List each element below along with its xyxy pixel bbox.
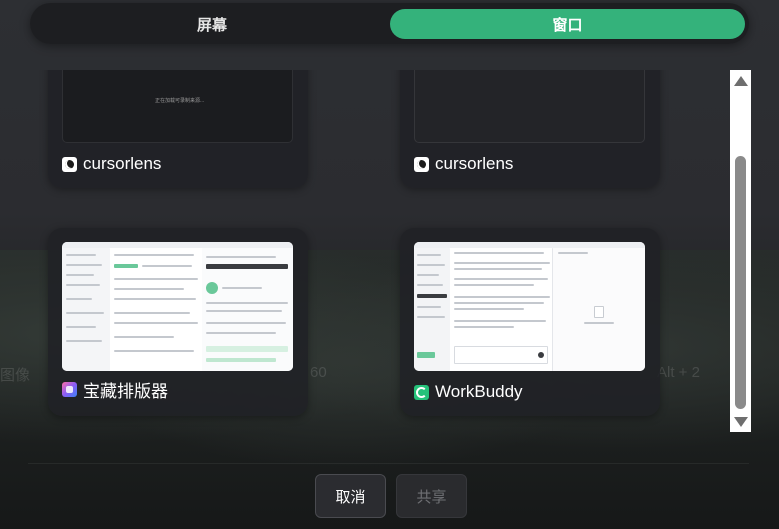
- window-card-label: cursorlens: [414, 154, 513, 174]
- footer-divider: [28, 463, 749, 464]
- preview-line: [584, 322, 614, 324]
- preview-line: [114, 350, 194, 352]
- preview-chip: [114, 264, 138, 268]
- preview-line: [66, 340, 102, 342]
- preview-file-icon: [594, 306, 604, 318]
- scroll-up-arrow-icon[interactable]: [734, 76, 748, 86]
- preview-line: [222, 287, 262, 289]
- preview-input-box: [454, 346, 548, 364]
- preview-line: [558, 252, 588, 254]
- preview-line: [206, 302, 288, 304]
- preview-line: [454, 278, 548, 280]
- window-title: cursorlens: [435, 154, 514, 173]
- preview-green-badge: [206, 282, 218, 294]
- preview-line: [454, 326, 514, 328]
- preview-line: [66, 312, 104, 314]
- preview-line: [142, 265, 192, 267]
- window-preview: [414, 70, 645, 143]
- cursorlens-app-icon: [62, 156, 77, 172]
- preview-line: [206, 322, 286, 324]
- preview-green-chip: [417, 352, 435, 358]
- preview-line: [417, 284, 443, 286]
- preview-line: [454, 296, 550, 298]
- scroll-down-arrow-icon[interactable]: [734, 417, 748, 427]
- preview-line: [66, 284, 100, 286]
- window-card-workbuddy[interactable]: WorkBuddy: [400, 228, 660, 416]
- workbuddy-app-icon: [414, 384, 429, 400]
- window-card-label: WorkBuddy: [414, 382, 523, 402]
- preview-line: [66, 264, 102, 266]
- preview-line: [114, 336, 174, 338]
- preview-highlight: [206, 346, 288, 352]
- preview-line: [114, 288, 184, 290]
- window-card-label: 宝藏排版器: [62, 377, 168, 402]
- preview-line: [417, 274, 439, 276]
- preview-line: [417, 316, 445, 318]
- preview-line: [454, 302, 544, 304]
- preview-loading-text: 正在加载可录制来源...: [155, 98, 205, 104]
- window-card-treasure-typesetter[interactable]: 宝藏排版器: [48, 228, 308, 416]
- preview-line: [206, 332, 276, 334]
- preview-line: [454, 308, 524, 310]
- preview-line: [454, 268, 542, 270]
- scrollbar-thumb[interactable]: [735, 156, 746, 409]
- share-button[interactable]: 共享: [396, 474, 467, 518]
- preview-line: [66, 326, 96, 328]
- preview-line: [114, 278, 198, 280]
- window-card-cursorlens-1[interactable]: 正在加载可录制来源... cursorlens: [48, 70, 308, 188]
- preview-line: [114, 312, 190, 314]
- preview-line: [66, 254, 96, 256]
- preview-line: [417, 306, 441, 308]
- preview-line: [454, 262, 550, 264]
- preview-line: [114, 254, 194, 256]
- cursorlens-app-icon: [414, 156, 429, 172]
- preview-line: [114, 298, 196, 300]
- window-source-grid: 正在加载可录制来源... cursorlens cursorlens 宝藏排版器…: [0, 70, 779, 440]
- window-title: WorkBuddy: [435, 382, 523, 401]
- window-preview: 正在加载可录制来源...: [62, 70, 293, 143]
- preview-line: [66, 298, 92, 300]
- preview-selected-item: [417, 294, 447, 298]
- window-title: cursorlens: [83, 154, 162, 173]
- source-type-tabs: 屏幕 窗口: [30, 3, 749, 44]
- preview-line: [206, 256, 276, 258]
- preview-line: [206, 310, 282, 312]
- preview-line: [66, 274, 94, 276]
- preview-line: [454, 252, 544, 254]
- window-title: 宝藏排版器: [83, 382, 168, 401]
- preview-line: [114, 322, 198, 324]
- preview-highlight: [206, 358, 276, 362]
- cancel-button[interactable]: 取消: [315, 474, 386, 518]
- preview-send-dot: [538, 352, 544, 358]
- tab-window[interactable]: 窗口: [390, 9, 745, 39]
- vertical-scrollbar[interactable]: [730, 70, 751, 432]
- treasure-typesetter-app-icon: [62, 382, 77, 397]
- preview-sidebar: [62, 248, 110, 371]
- preview-line: [454, 284, 534, 286]
- window-card-label: cursorlens: [62, 154, 161, 174]
- window-preview: [62, 242, 293, 371]
- preview-line: [417, 254, 441, 256]
- preview-line: [454, 320, 546, 322]
- preview-dark-bar: [206, 264, 288, 269]
- window-preview: [414, 242, 645, 371]
- preview-line: [417, 264, 445, 266]
- tab-screen[interactable]: 屏幕: [36, 9, 388, 39]
- window-card-cursorlens-2[interactable]: cursorlens: [400, 70, 660, 188]
